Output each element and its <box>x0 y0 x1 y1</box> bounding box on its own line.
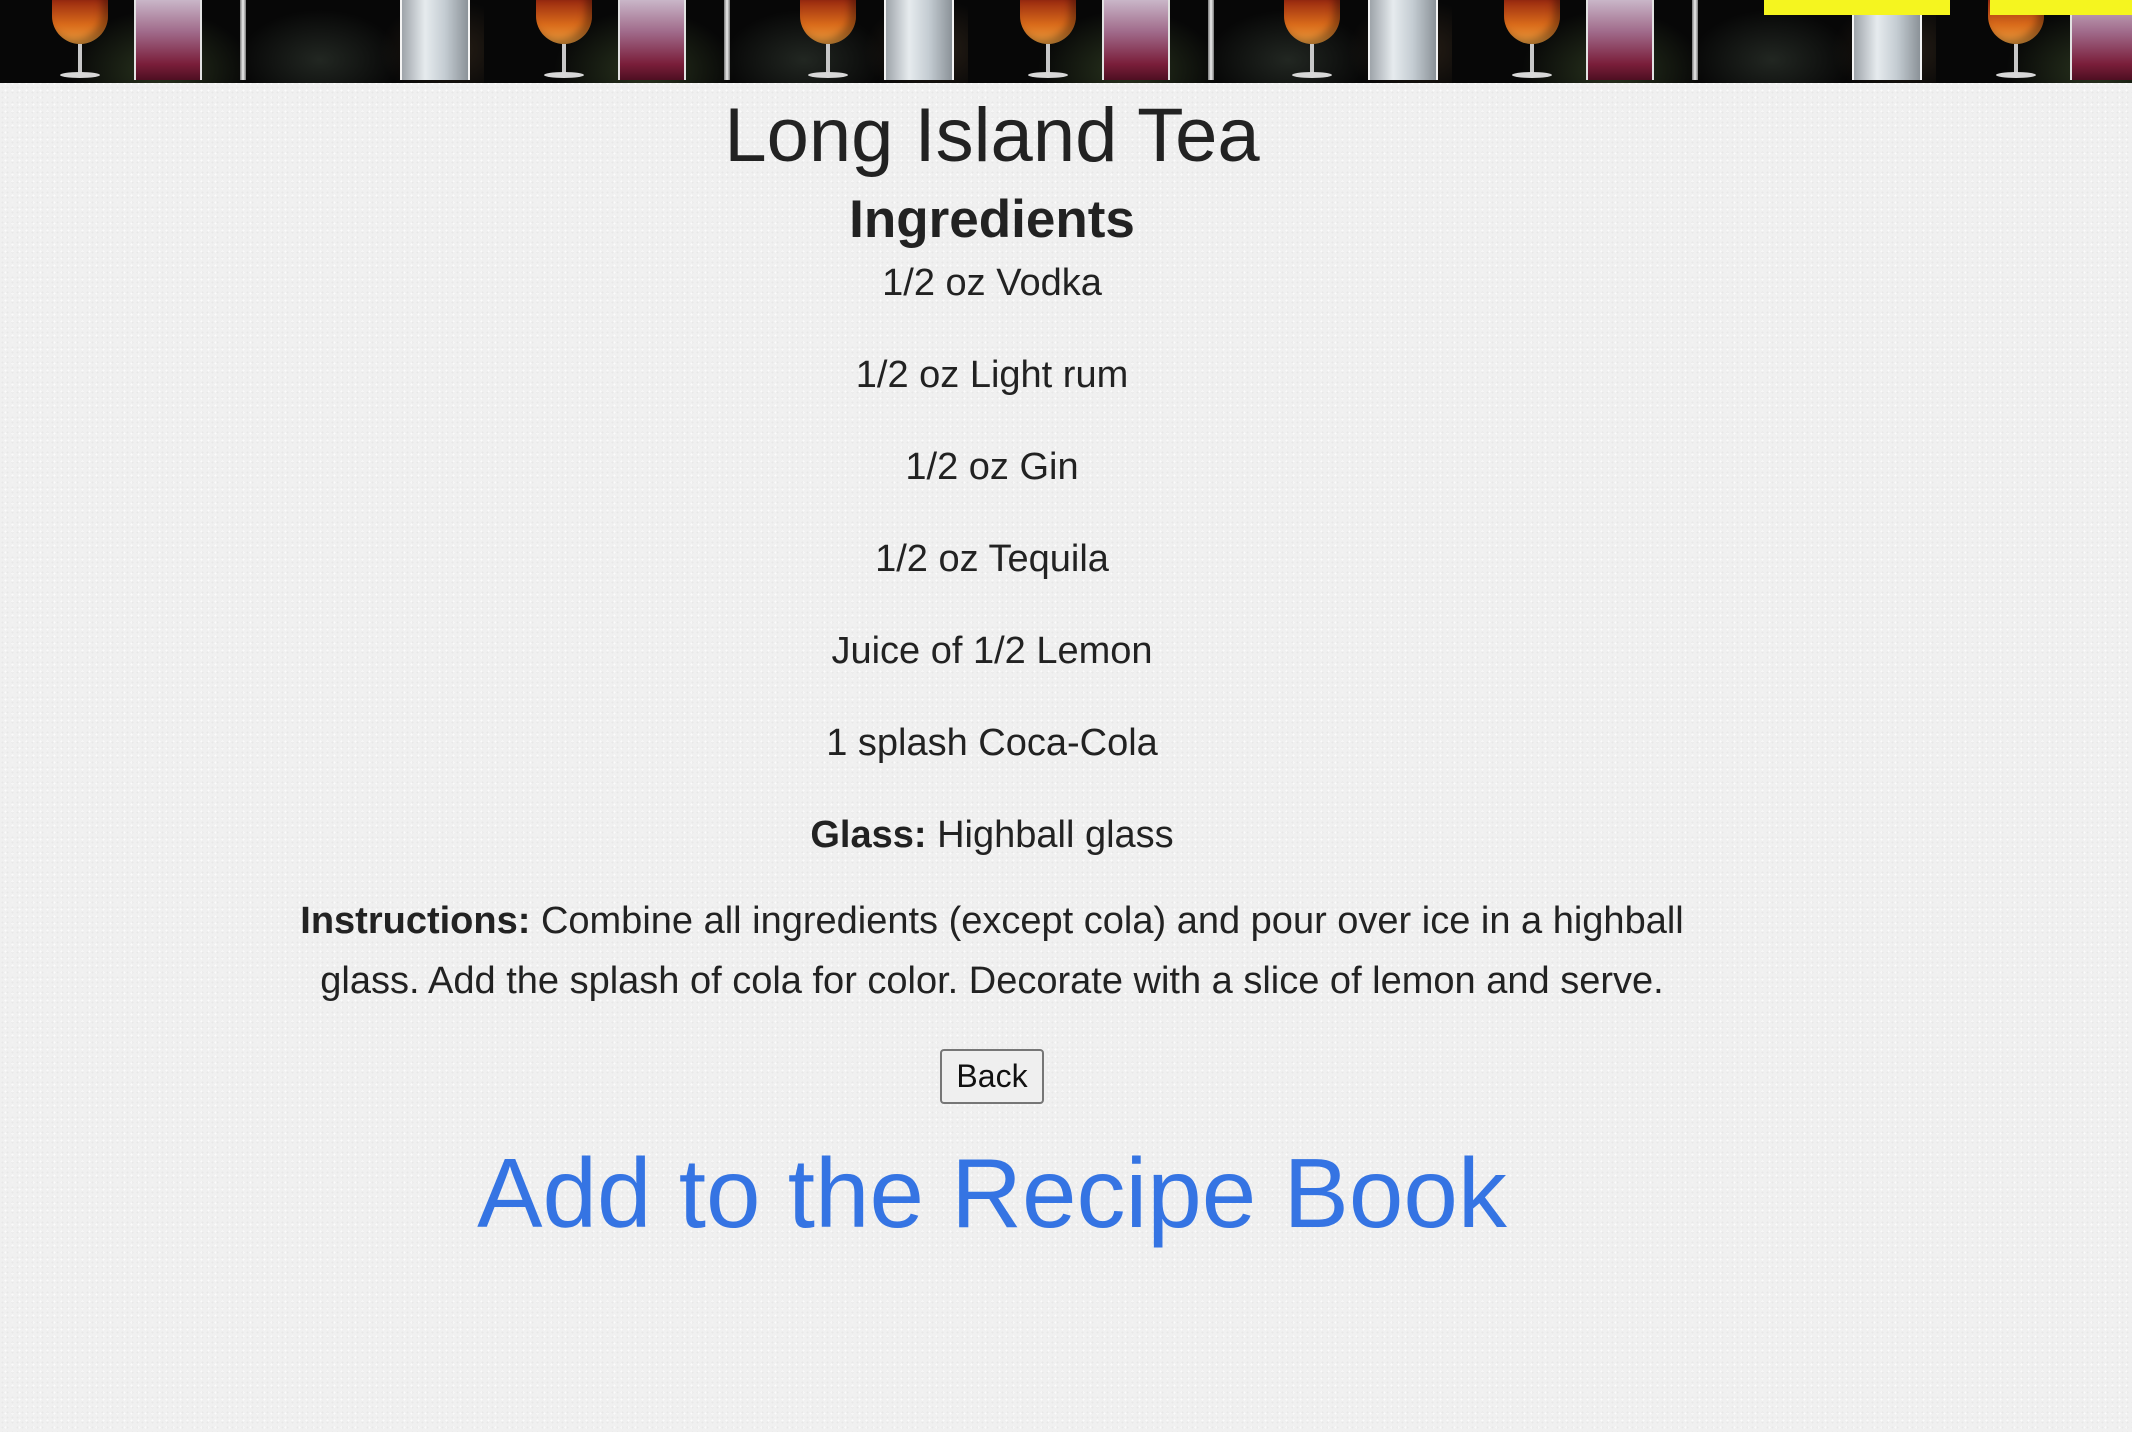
instructions-label: Instructions: <box>300 899 531 942</box>
ingredients-list: 1/2 oz Vodka 1/2 oz Light rum 1/2 oz Gin… <box>0 261 1984 767</box>
back-button[interactable]: Back <box>940 1048 1044 1104</box>
ingredient-item: 1/2 oz Light rum <box>855 354 1129 397</box>
ingredient-item: Juice of 1/2 Lemon <box>831 630 1153 673</box>
ingredient-item: 1/2 oz Gin <box>905 446 1079 489</box>
berry-drink-image <box>134 0 202 80</box>
ingredient-item: 1/2 oz Vodka <box>882 262 1102 305</box>
drink-title: Long Island Tea <box>724 93 1260 178</box>
instructions: Instructions: Combine all ingredients (e… <box>257 891 1727 1011</box>
recipe-detail: Long Island Tea Ingredients 1/2 oz Vodka… <box>0 83 1984 1248</box>
ingredient-item: 1 splash Coca-Cola <box>826 722 1158 765</box>
clear-drink-image <box>400 0 470 80</box>
ingredient-item: 1/2 oz Tequila <box>875 538 1109 581</box>
banner-tile <box>484 0 968 83</box>
yellow-tab-right <box>1990 0 2132 15</box>
glass-value: Highball glass <box>937 814 1174 857</box>
glass-label: Glass: <box>810 814 927 857</box>
ingredients-heading: Ingredients <box>849 189 1135 249</box>
add-to-recipe-book-link[interactable]: Add to the Recipe Book <box>0 1139 1984 1248</box>
banner-tile <box>0 0 484 83</box>
banner-tile <box>968 0 1452 83</box>
header-banner-image <box>0 0 2132 83</box>
yellow-tab-left <box>1764 0 1950 15</box>
glass-info: Glass: Highball glass <box>0 813 1984 859</box>
wine-glass-image <box>52 0 108 44</box>
